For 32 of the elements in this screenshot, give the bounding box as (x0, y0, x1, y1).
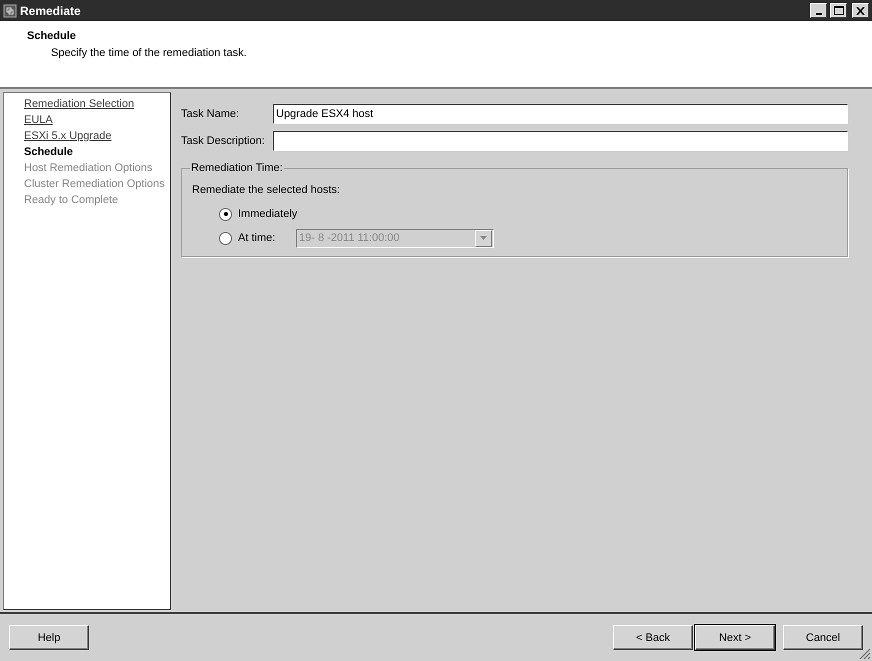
resize-grip-icon[interactable] (859, 648, 871, 660)
dialog-button[interactable]: < Back (613, 625, 693, 650)
minimize-icon (816, 12, 822, 14)
pending-step: Ready to Complete (24, 192, 170, 208)
window-title: Remediate (20, 4, 82, 18)
maximize-button[interactable] (830, 3, 847, 18)
current-step: Schedule (24, 144, 170, 160)
radio-label[interactable]: At time: (238, 231, 296, 245)
help-button[interactable]: Help (9, 625, 89, 650)
field-label: Task Description: (181, 134, 266, 148)
wizard-step-link[interactable]: EULA (24, 112, 170, 128)
radio-button[interactable] (219, 232, 232, 244)
field-label: Task Name: (181, 106, 240, 120)
close-button[interactable] (852, 3, 869, 18)
pending-step: Host Remediation Options (24, 160, 170, 176)
close-icon (856, 6, 865, 14)
input-field[interactable]: Upgrade ESX4 host (273, 104, 848, 124)
app-icon (3, 4, 17, 18)
pending-step: Cluster Remediation Options (24, 176, 170, 192)
page-title: Schedule (27, 29, 77, 43)
group-title: Remediation Time: (190, 161, 284, 175)
prompt-text: Remediate the selected hosts: (192, 183, 341, 197)
dialog-button[interactable]: Next > (695, 625, 775, 650)
caret-icon (480, 236, 487, 240)
page-subtitle: Specify the time of the remediation task. (51, 46, 248, 60)
dialog-button[interactable]: Cancel (783, 625, 863, 650)
radio-button[interactable] (219, 208, 232, 220)
radio-label[interactable]: Immediately (238, 207, 296, 221)
wizard-step-link[interactable]: Remediation Selection (24, 96, 170, 112)
maximize-icon (834, 6, 844, 15)
wizard-step-link[interactable]: ESXi 5.x Upgrade (24, 128, 170, 144)
minimize-button[interactable] (810, 3, 827, 18)
